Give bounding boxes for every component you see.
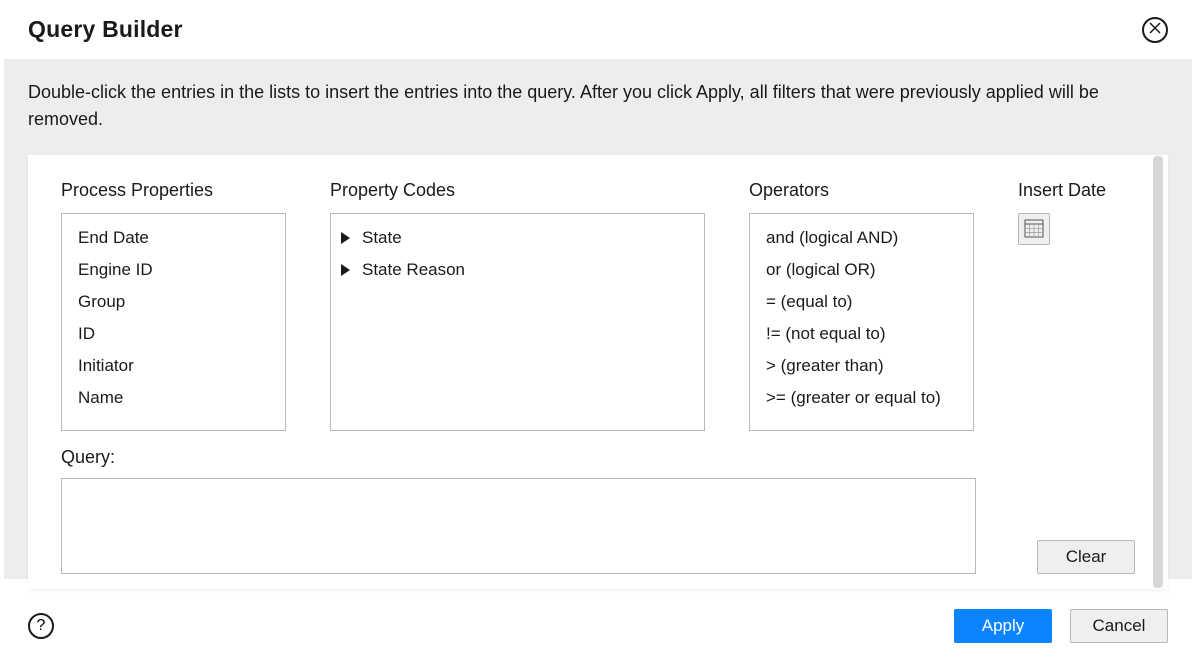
tree-item-label: State Reason [362,260,465,280]
expand-icon [341,232,350,244]
help-icon: ? [37,617,46,635]
process-properties-list[interactable]: End Date Engine ID Group ID Initiator Na… [61,213,286,431]
insert-date-label: Insert Date [1018,180,1118,201]
panel-scrollbar[interactable] [1153,156,1163,588]
tree-item-label: State [362,228,402,248]
builder-panel: Process Properties End Date Engine ID Gr… [28,155,1168,589]
instructions-text: Double-click the entries in the lists to… [28,79,1168,133]
list-item[interactable]: Initiator [72,350,275,382]
clear-button[interactable]: Clear [1037,540,1135,574]
operators-list[interactable]: and (logical AND) or (logical OR) = (equ… [749,213,974,431]
list-item[interactable]: Group [72,286,275,318]
list-item[interactable]: End Date [72,222,275,254]
list-item[interactable]: = (equal to) [760,286,963,318]
list-item[interactable]: and (logical AND) [760,222,963,254]
dialog-title: Query Builder [28,16,183,43]
close-button[interactable] [1142,17,1168,43]
query-label: Query: [61,447,1135,468]
expand-icon [341,264,350,276]
insert-date-button[interactable] [1018,213,1050,245]
list-item[interactable]: != (not equal to) [760,318,963,350]
help-button[interactable]: ? [28,613,54,639]
list-item[interactable]: >= (greater or equal to) [760,382,963,414]
list-item[interactable]: Name [72,382,275,414]
list-item[interactable]: Engine ID [72,254,275,286]
cancel-button[interactable]: Cancel [1070,609,1168,643]
property-codes-list[interactable]: State State Reason [330,213,705,431]
list-item[interactable]: ID [72,318,275,350]
tree-item[interactable]: State Reason [341,254,694,286]
list-item[interactable]: or (logical OR) [760,254,963,286]
process-properties-label: Process Properties [61,180,286,201]
content-area: Double-click the entries in the lists to… [4,59,1192,579]
property-codes-label: Property Codes [330,180,705,201]
calendar-icon [1024,218,1044,241]
close-icon [1149,22,1161,37]
operators-label: Operators [749,180,974,201]
scrollbar-thumb[interactable] [1153,156,1163,588]
tree-item[interactable]: State [341,222,694,254]
apply-button[interactable]: Apply [954,609,1052,643]
list-item[interactable]: > (greater than) [760,350,963,382]
query-input[interactable] [61,478,976,574]
